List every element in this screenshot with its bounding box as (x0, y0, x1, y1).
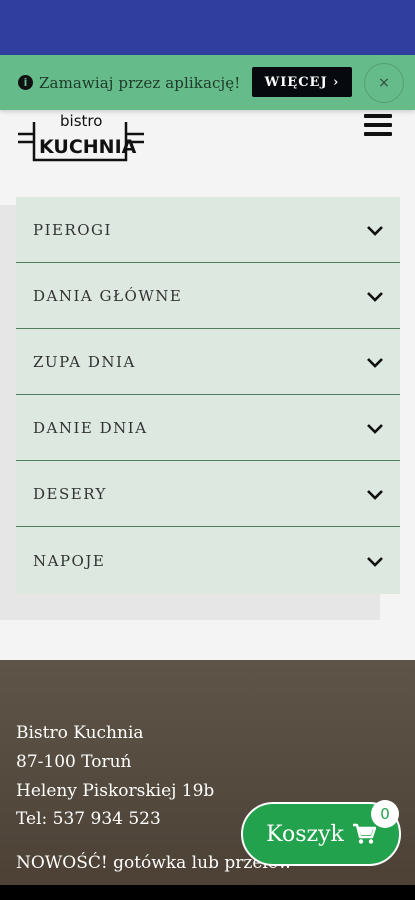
more-button[interactable]: WIĘCEJ › (252, 67, 352, 97)
category-menu: PIEROGI DANIA GŁÓWNE ZUPA DNIA DANIE DNI… (16, 197, 400, 594)
close-icon: × (378, 75, 390, 91)
category-label: DANIA GŁÓWNE (33, 286, 183, 305)
cart-label: Koszyk (266, 821, 344, 847)
category-zupa-dnia[interactable]: ZUPA DNIA (16, 329, 400, 395)
logo-line1: bistro (60, 112, 102, 130)
category-label: DESERY (33, 484, 107, 503)
chevron-down-icon (367, 423, 383, 434)
banner-text: Zamawiaj przez aplikację! (39, 73, 241, 92)
footer-street: Heleny Piskorskiej 19b (16, 781, 215, 801)
category-napoje[interactable]: NAPOJE (16, 527, 400, 594)
category-dania-glowne[interactable]: DANIA GŁÓWNE (16, 263, 400, 329)
logo-line2: KUCHNIA (39, 136, 137, 158)
chevron-down-icon (367, 225, 383, 236)
app-promo-banner: i Zamawiaj przez aplikację! WIĘCEJ › × (0, 55, 415, 110)
chevron-down-icon (367, 556, 383, 567)
chevron-down-icon (367, 357, 383, 368)
category-label: ZUPA DNIA (33, 352, 136, 371)
category-label: NAPOJE (33, 551, 106, 570)
category-danie-dnia[interactable]: DANIE DNIA (16, 395, 400, 461)
info-icon: i (18, 75, 33, 90)
chevron-down-icon (367, 291, 383, 302)
category-pierogi[interactable]: PIEROGI (16, 197, 400, 263)
footer-phone[interactable]: Tel: 537 934 523 (16, 809, 161, 829)
close-banner-button[interactable]: × (364, 63, 404, 103)
menu-icon[interactable] (364, 114, 392, 138)
status-bar (0, 0, 415, 55)
chevron-down-icon (367, 489, 383, 500)
site-header: bistro KUCHNIA (0, 100, 415, 170)
cart-icon (352, 823, 376, 844)
logo[interactable]: bistro KUCHNIA (14, 104, 149, 166)
category-desery[interactable]: DESERY (16, 461, 400, 527)
cart-count-badge: 0 (371, 800, 399, 828)
navigation-bar (0, 885, 415, 900)
footer-city: 87-100 Toruń (16, 752, 132, 772)
category-label: PIEROGI (33, 220, 112, 239)
category-label: DANIE DNIA (33, 418, 148, 437)
footer-name: Bistro Kuchnia (16, 723, 144, 743)
